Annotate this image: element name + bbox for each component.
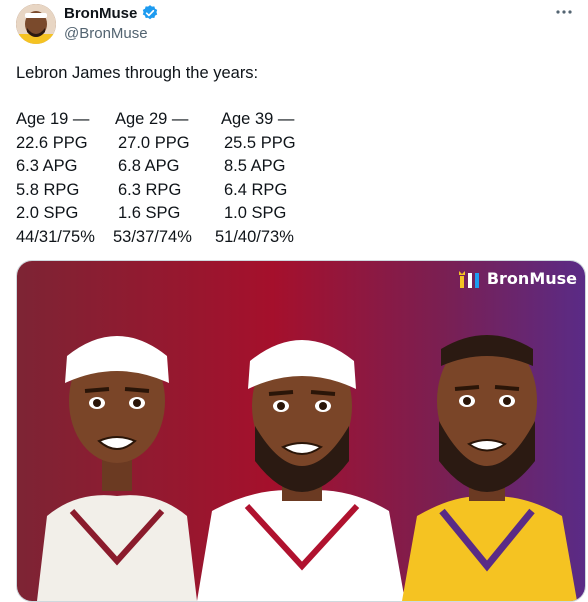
stats-column-age-19: Age 19 — 22.6 PPG 6.3 APG 5.8 RPG 2.0 SP… xyxy=(16,108,95,249)
stat-line: 6.8 APG xyxy=(118,157,180,175)
stat-line: 53/37/74% xyxy=(113,227,192,246)
more-horizontal-icon[interactable] xyxy=(554,2,574,27)
author-display-name[interactable]: BronMuse xyxy=(64,5,137,22)
verified-badge-icon xyxy=(141,4,159,22)
stat-line: 6.4 RPG xyxy=(224,180,288,199)
watermark-text: BronMuse xyxy=(486,269,577,288)
stats-column-age-39: Age 39 — 25.5 PPG 8.5 APG 6.4 RPG 1.0 SP… xyxy=(215,108,296,249)
brand-logo-icon xyxy=(458,270,484,288)
stat-line: 5.8 RPG xyxy=(16,180,80,199)
stat-line: 27.0 PPG xyxy=(118,133,190,152)
column-header: Age 19 — xyxy=(16,110,90,128)
stat-line: 44/31/75% xyxy=(16,227,95,246)
column-header: Age 29 — xyxy=(115,110,189,128)
stat-line: 2.0 SPG xyxy=(16,204,79,222)
author-name-row[interactable]: BronMuse xyxy=(64,4,159,22)
stat-line: 1.6 SPG xyxy=(118,204,181,222)
watermark: BronMuse xyxy=(458,269,577,288)
stat-line: 51/40/73% xyxy=(215,227,294,246)
avatar[interactable] xyxy=(16,4,56,44)
stat-line: 1.0 SPG xyxy=(224,204,287,222)
tweet-text: Lebron James through the years: xyxy=(16,64,259,82)
stat-line: 6.3 APG xyxy=(16,157,78,175)
stat-line: 25.5 PPG xyxy=(224,133,296,152)
stats-column-age-29: Age 29 — 27.0 PPG 6.8 APG 6.3 RPG 1.6 SP… xyxy=(113,108,192,249)
column-header: Age 39 — xyxy=(221,110,295,128)
stat-line: 8.5 APG xyxy=(224,157,286,175)
author-handle[interactable]: @BronMuse xyxy=(64,25,148,42)
stat-line: 6.3 RPG xyxy=(118,180,182,199)
tweet-media-image[interactable]: BronMuse xyxy=(16,260,586,602)
stat-line: 22.6 PPG xyxy=(16,133,88,152)
